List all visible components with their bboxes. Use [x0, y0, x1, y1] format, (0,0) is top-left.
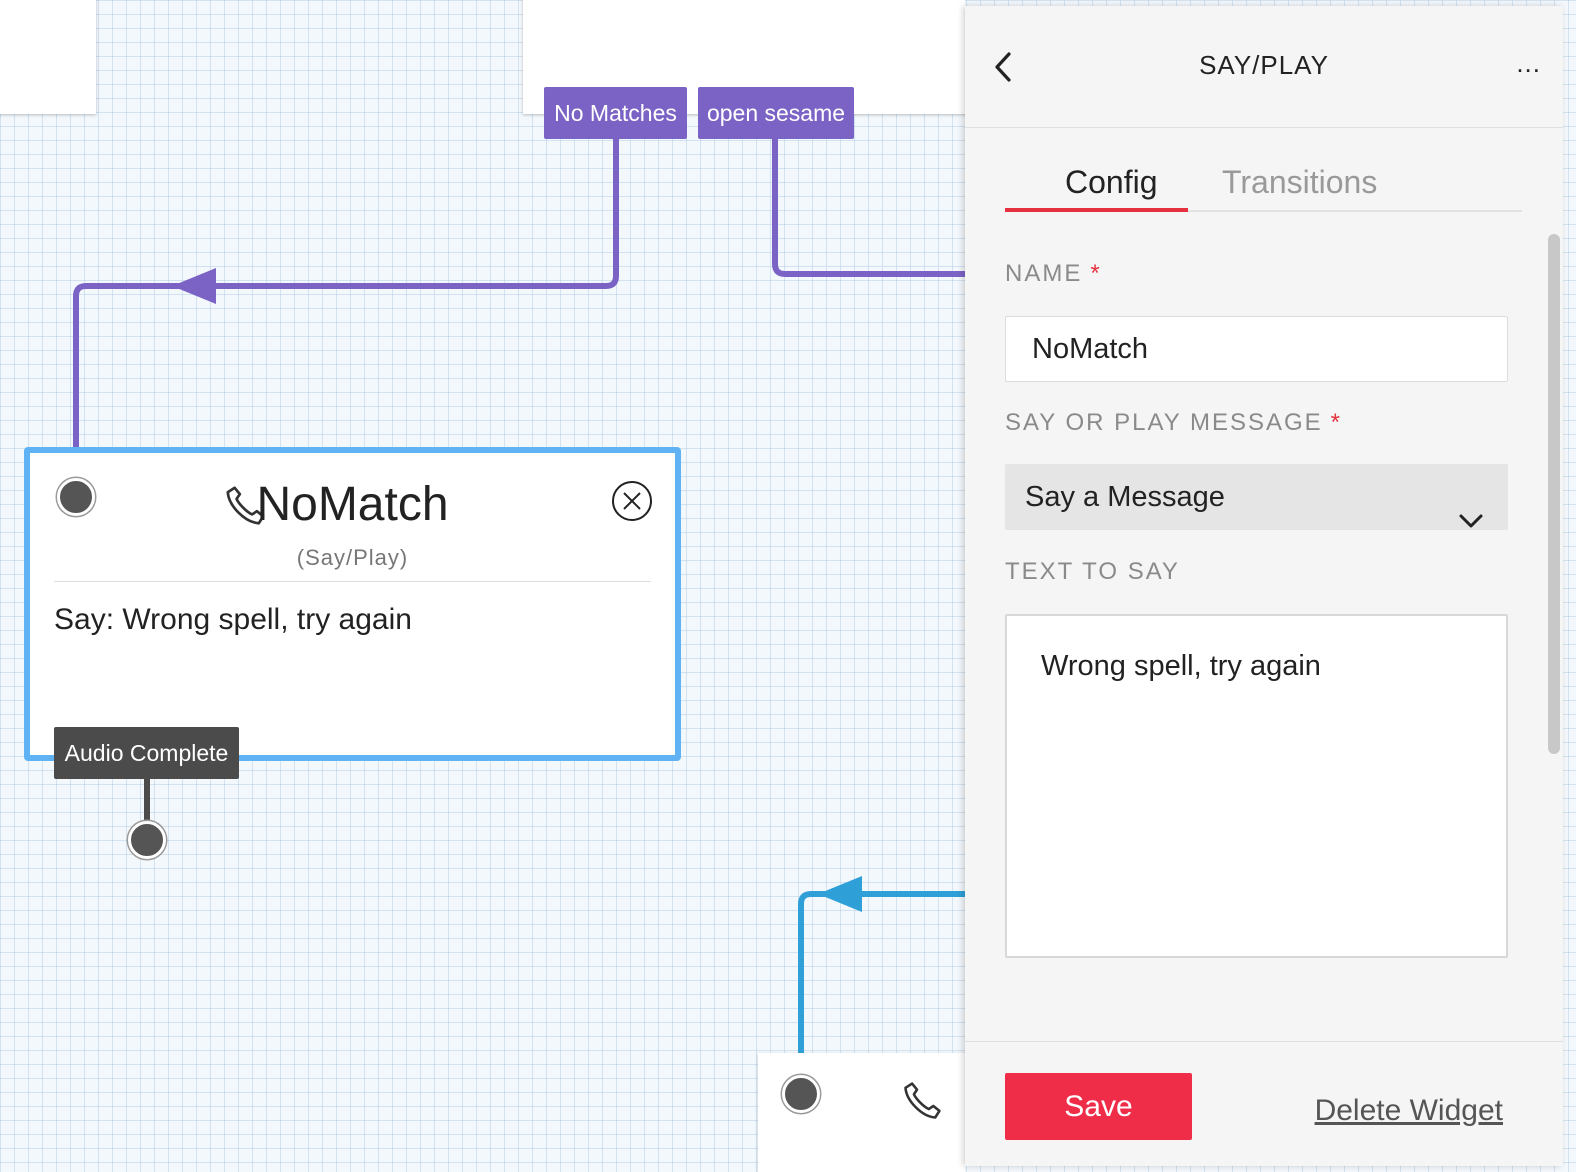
delete-widget-link[interactable]: Delete Widget: [1315, 1094, 1503, 1128]
audio-complete-connector: [144, 779, 150, 825]
message-type-label: SAY OR PLAY MESSAGE *: [1005, 409, 1343, 436]
widget-input-node[interactable]: [57, 478, 95, 516]
bottom-widget-input-node[interactable]: [782, 1075, 820, 1113]
text-to-say-label: TEXT TO SAY: [1005, 558, 1180, 585]
message-type-select[interactable]: Say a Message: [1005, 464, 1508, 530]
widget-body: Say: Wrong spell, try again: [54, 603, 412, 636]
flow-canvas[interactable]: No Matches open sesame NoMatch (Say/Play…: [0, 0, 965, 1172]
tab-transitions[interactable]: Transitions: [1222, 164, 1377, 201]
arrow-head-blue: [818, 876, 862, 912]
chevron-down-icon: [1458, 488, 1484, 554]
transition-open-sesame[interactable]: open sesame: [698, 87, 854, 139]
save-button[interactable]: Save: [1005, 1073, 1192, 1140]
widget-nomatch[interactable]: NoMatch (Say/Play) Say: Wrong spell, try…: [24, 447, 681, 761]
required-mark: *: [1330, 409, 1343, 436]
tab-config[interactable]: Config: [1065, 164, 1158, 201]
phone-icon: [900, 1079, 944, 1128]
widget-divider: [54, 581, 651, 582]
active-tab-indicator: [1005, 208, 1188, 212]
panel-scrollbar[interactable]: [1548, 234, 1560, 754]
wire-no-matches: [73, 138, 619, 452]
widget-config-panel: SAY/PLAY ... Config Transitions NAME * No…: [965, 6, 1563, 1166]
wire-open-sesame: [772, 138, 965, 277]
panel-header: SAY/PLAY ...: [965, 6, 1563, 128]
transition-no-matches[interactable]: No Matches: [544, 87, 687, 139]
transition-audio-complete[interactable]: Audio Complete: [54, 727, 239, 779]
message-type-value: Say a Message: [1025, 481, 1225, 513]
audio-complete-node[interactable]: [128, 821, 166, 859]
required-mark: *: [1090, 260, 1102, 287]
widget-card-partial-bottom[interactable]: [758, 1053, 965, 1172]
panel-footer: Save Delete Widget: [965, 1041, 1563, 1166]
panel-tabs: Config Transitions: [1005, 158, 1522, 212]
name-label: NAME *: [1005, 260, 1102, 287]
more-options-icon[interactable]: ...: [1516, 48, 1541, 79]
text-to-say-field[interactable]: Wrong spell, try again: [1005, 614, 1508, 958]
name-field[interactable]: NoMatch: [1005, 316, 1508, 382]
close-icon[interactable]: [611, 480, 653, 527]
widget-title: NoMatch: [256, 478, 449, 531]
widget-subtitle: (Say/Play): [296, 545, 409, 570]
wire-blue: [798, 891, 965, 1060]
arrow-head-purple: [172, 268, 216, 304]
panel-title: SAY/PLAY: [1199, 50, 1329, 80]
